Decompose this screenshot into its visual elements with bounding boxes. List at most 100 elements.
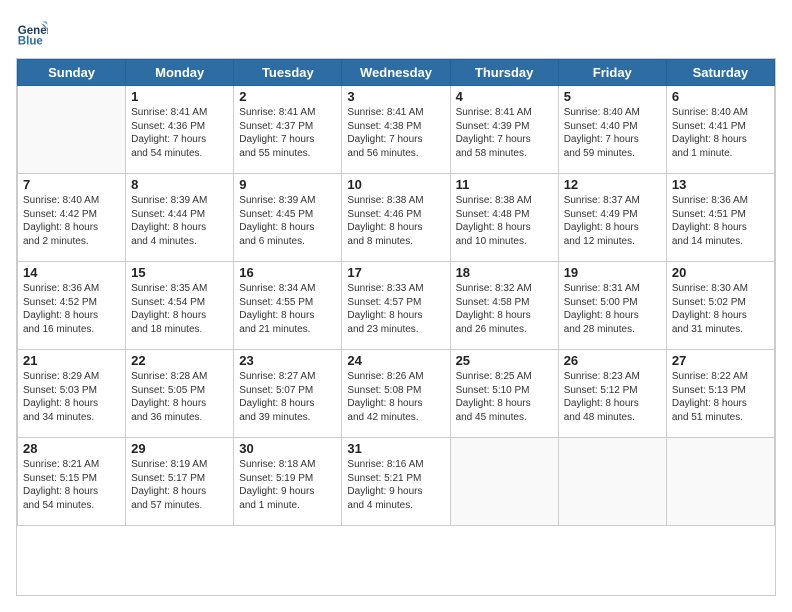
calendar-cell: 31 Sunrise: 8:16 AM Sunset: 5:21 PM Dayli… (342, 438, 450, 526)
day-number: 25 (456, 353, 553, 368)
weekday-header-monday: Monday (126, 60, 234, 86)
calendar-cell: 3 Sunrise: 8:41 AM Sunset: 4:38 PM Daylig… (342, 86, 450, 174)
day-info: Sunrise: 8:21 AM Sunset: 5:15 PM Dayligh… (23, 458, 120, 512)
calendar-cell: 4 Sunrise: 8:41 AM Sunset: 4:39 PM Daylig… (450, 86, 558, 174)
calendar-cell: 20 Sunrise: 8:30 AM Sunset: 5:02 PM Dayli… (666, 262, 774, 350)
day-number: 13 (672, 177, 769, 192)
weekday-header-wednesday: Wednesday (342, 60, 450, 86)
calendar-cell: 12 Sunrise: 8:37 AM Sunset: 4:49 PM Dayli… (558, 174, 666, 262)
day-info: Sunrise: 8:22 AM Sunset: 5:13 PM Dayligh… (672, 370, 769, 424)
calendar-cell: 18 Sunrise: 8:32 AM Sunset: 4:58 PM Dayli… (450, 262, 558, 350)
day-info: Sunrise: 8:18 AM Sunset: 5:19 PM Dayligh… (239, 458, 336, 512)
calendar-cell: 27 Sunrise: 8:22 AM Sunset: 5:13 PM Dayli… (666, 350, 774, 438)
calendar-cell: 10 Sunrise: 8:38 AM Sunset: 4:46 PM Dayli… (342, 174, 450, 262)
calendar-cell: 8 Sunrise: 8:39 AM Sunset: 4:44 PM Daylig… (126, 174, 234, 262)
calendar-cell: 25 Sunrise: 8:25 AM Sunset: 5:10 PM Dayli… (450, 350, 558, 438)
day-number: 9 (239, 177, 336, 192)
day-info: Sunrise: 8:41 AM Sunset: 4:38 PM Dayligh… (347, 106, 444, 160)
day-number: 7 (23, 177, 120, 192)
calendar-cell: 28 Sunrise: 8:21 AM Sunset: 5:15 PM Dayli… (18, 438, 126, 526)
calendar-cell: 6 Sunrise: 8:40 AM Sunset: 4:41 PM Daylig… (666, 86, 774, 174)
day-info: Sunrise: 8:40 AM Sunset: 4:40 PM Dayligh… (564, 106, 661, 160)
day-number: 20 (672, 265, 769, 280)
day-number: 29 (131, 441, 228, 456)
calendar-cell: 5 Sunrise: 8:40 AM Sunset: 4:40 PM Daylig… (558, 86, 666, 174)
logo-icon: General Blue (16, 16, 48, 48)
weekday-header-tuesday: Tuesday (234, 60, 342, 86)
day-number: 30 (239, 441, 336, 456)
calendar-cell: 23 Sunrise: 8:27 AM Sunset: 5:07 PM Dayli… (234, 350, 342, 438)
calendar-cell (558, 438, 666, 526)
day-number: 31 (347, 441, 444, 456)
calendar-cell: 11 Sunrise: 8:38 AM Sunset: 4:48 PM Dayli… (450, 174, 558, 262)
day-info: Sunrise: 8:30 AM Sunset: 5:02 PM Dayligh… (672, 282, 769, 336)
day-number: 26 (564, 353, 661, 368)
calendar-cell: 16Sunrise: 8:34 AM Sunset: 4:55 PM Dayli… (234, 262, 342, 350)
day-info: Sunrise: 8:40 AM Sunset: 4:42 PM Dayligh… (23, 194, 120, 248)
calendar-cell: 21Sunrise: 8:29 AM Sunset: 5:03 PM Dayli… (18, 350, 126, 438)
day-number: 5 (564, 89, 661, 104)
day-number: 28 (23, 441, 120, 456)
day-info: Sunrise: 8:36 AM Sunset: 4:52 PM Dayligh… (23, 282, 120, 336)
calendar-cell (450, 438, 558, 526)
calendar-cell: 22 Sunrise: 8:28 AM Sunset: 5:05 PM Dayli… (126, 350, 234, 438)
day-info: Sunrise: 8:38 AM Sunset: 4:48 PM Dayligh… (456, 194, 553, 248)
calendar-cell: 17 Sunrise: 8:33 AM Sunset: 4:57 PM Dayli… (342, 262, 450, 350)
day-number: 6 (672, 89, 769, 104)
day-number: 12 (564, 177, 661, 192)
day-info: Sunrise: 8:25 AM Sunset: 5:10 PM Dayligh… (456, 370, 553, 424)
day-info: Sunrise: 8:36 AM Sunset: 4:51 PM Dayligh… (672, 194, 769, 248)
day-info: Sunrise: 8:39 AM Sunset: 4:44 PM Dayligh… (131, 194, 228, 248)
day-info: Sunrise: 8:41 AM Sunset: 4:36 PM Dayligh… (131, 106, 228, 160)
calendar-cell: 30 Sunrise: 8:18 AM Sunset: 5:19 PM Dayli… (234, 438, 342, 526)
calendar-cell: 2 Sunrise: 8:41 AM Sunset: 4:37 PM Daylig… (234, 86, 342, 174)
calendar-cell: 1 Sunrise: 8:41 AM Sunset: 4:36 PM Daylig… (126, 86, 234, 174)
calendar-cell (18, 86, 126, 174)
day-number: 2 (239, 89, 336, 104)
day-info: Sunrise: 8:33 AM Sunset: 4:57 PM Dayligh… (347, 282, 444, 336)
weekday-header-thursday: Thursday (450, 60, 558, 86)
calendar-cell (666, 438, 774, 526)
day-info: Sunrise: 8:41 AM Sunset: 4:39 PM Dayligh… (456, 106, 553, 160)
day-info: Sunrise: 8:28 AM Sunset: 5:05 PM Dayligh… (131, 370, 228, 424)
day-info: Sunrise: 8:16 AM Sunset: 5:21 PM Dayligh… (347, 458, 444, 512)
day-info: Sunrise: 8:37 AM Sunset: 4:49 PM Dayligh… (564, 194, 661, 248)
day-info: Sunrise: 8:41 AM Sunset: 4:37 PM Dayligh… (239, 106, 336, 160)
day-number: 17 (347, 265, 444, 280)
day-info: Sunrise: 8:32 AM Sunset: 4:58 PM Dayligh… (456, 282, 553, 336)
day-number: 14 (23, 265, 120, 280)
weekday-header-friday: Friday (558, 60, 666, 86)
calendar-cell: 29Sunrise: 8:19 AM Sunset: 5:17 PM Dayli… (126, 438, 234, 526)
calendar-cell: 13 Sunrise: 8:36 AM Sunset: 4:51 PM Dayli… (666, 174, 774, 262)
day-number: 3 (347, 89, 444, 104)
calendar-cell: 24 Sunrise: 8:26 AM Sunset: 5:08 PM Dayli… (342, 350, 450, 438)
weekday-header-sunday: Sunday (18, 60, 126, 86)
day-info: Sunrise: 8:35 AM Sunset: 4:54 PM Dayligh… (131, 282, 228, 336)
day-number: 18 (456, 265, 553, 280)
weekday-header-saturday: Saturday (666, 60, 774, 86)
calendar-cell: 14 Sunrise: 8:36 AM Sunset: 4:52 PM Dayli… (18, 262, 126, 350)
day-info: Sunrise: 8:27 AM Sunset: 5:07 PM Dayligh… (239, 370, 336, 424)
day-number: 22 (131, 353, 228, 368)
calendar-cell: 9Sunrise: 8:39 AM Sunset: 4:45 PM Daylig… (234, 174, 342, 262)
calendar-cell: 15 Sunrise: 8:35 AM Sunset: 4:54 PM Dayli… (126, 262, 234, 350)
svg-text:Blue: Blue (18, 35, 44, 47)
day-number: 4 (456, 89, 553, 104)
day-number: 10 (347, 177, 444, 192)
day-info: Sunrise: 8:34 AM Sunset: 4:55 PM Dayligh… (239, 282, 336, 336)
day-info: Sunrise: 8:29 AM Sunset: 5:03 PM Dayligh… (23, 370, 120, 424)
day-number: 23 (239, 353, 336, 368)
day-info: Sunrise: 8:31 AM Sunset: 5:00 PM Dayligh… (564, 282, 661, 336)
day-number: 15 (131, 265, 228, 280)
day-info: Sunrise: 8:38 AM Sunset: 4:46 PM Dayligh… (347, 194, 444, 248)
calendar-cell: 19 Sunrise: 8:31 AM Sunset: 5:00 PM Dayli… (558, 262, 666, 350)
calendar-cell: 7 Sunrise: 8:40 AM Sunset: 4:42 PM Daylig… (18, 174, 126, 262)
day-number: 27 (672, 353, 769, 368)
day-info: Sunrise: 8:26 AM Sunset: 5:08 PM Dayligh… (347, 370, 444, 424)
day-number: 8 (131, 177, 228, 192)
day-number: 24 (347, 353, 444, 368)
day-number: 1 (131, 89, 228, 104)
day-info: Sunrise: 8:40 AM Sunset: 4:41 PM Dayligh… (672, 106, 769, 160)
day-number: 19 (564, 265, 661, 280)
day-number: 11 (456, 177, 553, 192)
